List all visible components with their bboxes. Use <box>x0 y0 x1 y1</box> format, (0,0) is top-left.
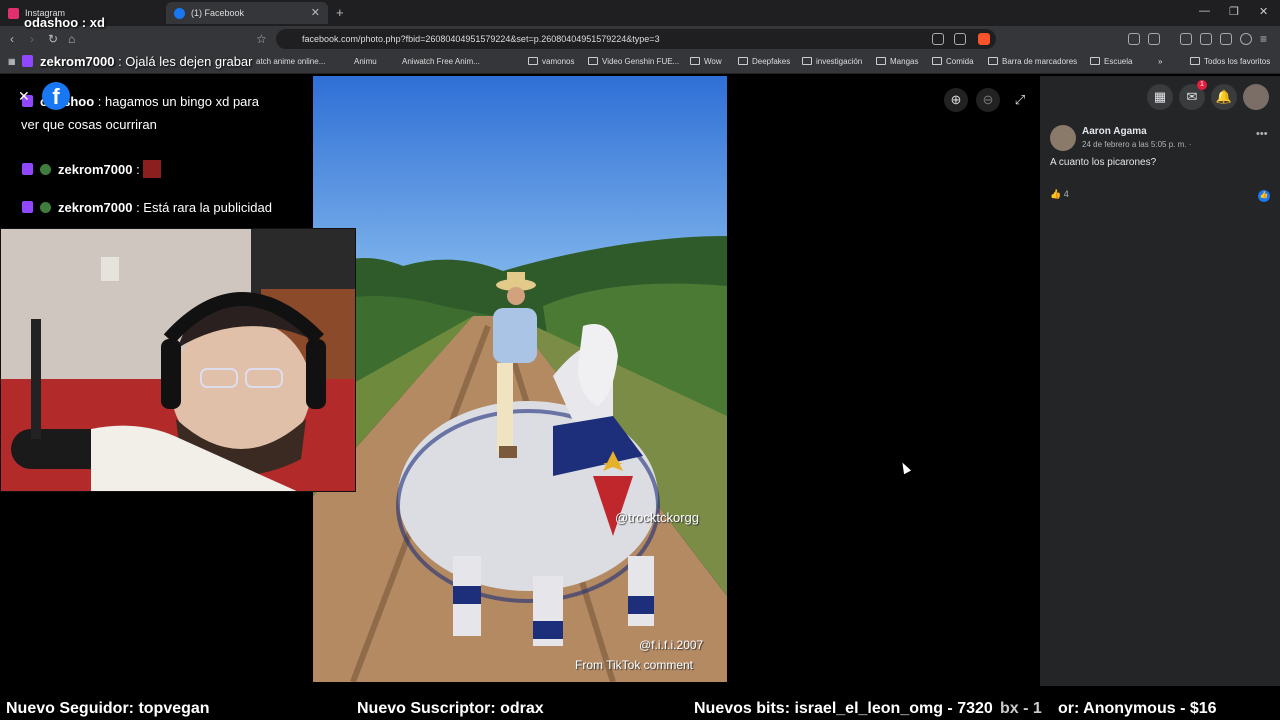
bookmark-partial[interactable]: atch anime online... <box>256 57 325 66</box>
close-tab-icon[interactable]: ✕ <box>311 6 320 19</box>
chat-message: zekrom7000 : Está rara la publicidad <box>22 200 272 215</box>
bookmark-video-genshin[interactable]: Video Genshin FUE... <box>588 57 679 66</box>
emote-icon <box>143 160 162 178</box>
overlay-title-line: odashoo : xd <box>24 15 105 30</box>
folder-icon <box>528 57 538 65</box>
back-icon[interactable]: ‹ <box>10 32 14 46</box>
tab-label: (1) Facebook <box>191 8 245 18</box>
menu-grid-icon[interactable]: ▦ <box>1147 84 1173 110</box>
address-toolbar: ‹ › ↻ ⌂ ☆ facebook.com/photo.php?fbid=26… <box>0 26 1280 52</box>
badge-icon <box>40 164 51 175</box>
bookmark-todos[interactable]: Todos los favoritos <box>1190 57 1270 66</box>
tab-facebook[interactable]: (1) Facebook ✕ <box>166 2 328 24</box>
cast-icon[interactable] <box>932 33 944 45</box>
ticker-item-overlap: bx - 1 <box>1000 700 1042 717</box>
more-bookmarks-icon[interactable]: » <box>1158 57 1162 66</box>
twitch-icon <box>22 55 33 67</box>
bookmark-aniwatch[interactable]: Aniwatch Free Anim... <box>402 57 480 66</box>
ticker-item-bits: Nuevos bits: israel_el_leon_omg - 7320 <box>694 700 993 717</box>
forward-icon[interactable]: › <box>30 32 34 46</box>
notification-badge: 1 <box>1197 80 1207 90</box>
ticker-item-subscriber: Nuevo Suscriptor: odrax <box>357 700 544 717</box>
url-input[interactable]: facebook.com/photo.php?fbid=260804049515… <box>276 29 996 49</box>
zoom-out-icon[interactable]: ⊖ <box>976 88 1000 112</box>
webcam-feed <box>0 228 356 492</box>
close-window-icon[interactable]: ✕ <box>1259 5 1268 18</box>
browser-tab-bar: Instagram (1) Facebook ✕ + — ❐ ✕ <box>0 0 1280 26</box>
profile-avatar[interactable] <box>1243 84 1269 110</box>
avatar[interactable] <box>1050 125 1076 151</box>
comment-author[interactable]: Aaron Agama <box>1082 126 1147 137</box>
twitch-icon <box>22 201 33 213</box>
folder-icon <box>932 57 942 65</box>
tiktok-watermark: @trocktckorgg <box>615 510 699 525</box>
folder-icon <box>876 57 886 65</box>
ticker-item-follower: Nuevo Seguidor: topvegan <box>6 700 210 717</box>
thumbs-up-icon: 👍 <box>1050 189 1064 199</box>
ticker-item-donation: or: Anonymous - $16 <box>1058 700 1217 717</box>
share-icon[interactable] <box>954 33 966 45</box>
like-reaction-icon: 👍 <box>1258 190 1270 202</box>
facebook-logo-icon: f <box>42 82 70 110</box>
chat-message: zekrom7000 : <box>22 160 162 178</box>
twitch-icon <box>22 163 33 175</box>
music-icon[interactable] <box>1180 33 1192 45</box>
bookmark-escuela[interactable]: Escuela <box>1090 57 1132 66</box>
stream-ticker: Nuevo Seguidor: topvegan Nuevo Suscripto… <box>0 698 1280 720</box>
bookmark-comida[interactable]: Comida <box>932 57 974 66</box>
more-options-icon[interactable]: ••• <box>1256 128 1268 140</box>
notifications-icon[interactable]: 🔔 <box>1211 84 1237 110</box>
bookmark-icon[interactable]: ☆ <box>256 32 267 46</box>
bookmark-mangas[interactable]: Mangas <box>876 57 918 66</box>
bookmark-vamonos[interactable]: vamonos <box>528 57 574 66</box>
wallet-icon[interactable] <box>1200 33 1212 45</box>
image-signature: @f.i.f.i.2007 <box>639 638 704 652</box>
comment-date[interactable]: 24 de febrero a las 5:05 p. m. · <box>1082 140 1191 149</box>
folder-icon <box>988 57 998 65</box>
folder-icon <box>1190 57 1200 65</box>
image-source-label: From TikTok comment <box>575 658 694 672</box>
like-count[interactable]: 👍 4 <box>1050 189 1069 200</box>
menu-icon[interactable]: ≡ <box>1260 32 1267 46</box>
streamer-webcam-image <box>1 229 355 491</box>
leo-ai-icon[interactable] <box>1220 33 1232 45</box>
folder-icon <box>738 57 748 65</box>
instagram-icon <box>8 7 19 19</box>
badge-icon <box>40 202 51 213</box>
post-photo[interactable]: @trocktckorgg @f.i.f.i.2007 From TikTok … <box>313 76 727 682</box>
comment-text: A cuanto los picarones? <box>1050 157 1157 168</box>
zoom-in-icon[interactable]: ⊕ <box>944 88 968 112</box>
vpn-icon[interactable] <box>1240 33 1252 45</box>
maximize-icon[interactable]: ❐ <box>1229 5 1239 18</box>
minimize-icon[interactable]: — <box>1199 5 1210 17</box>
brave-shield-icon[interactable] <box>978 33 990 45</box>
apps-icon[interactable]: ▦ <box>8 57 16 66</box>
url-text: facebook.com/photo.php?fbid=260804049515… <box>302 34 660 44</box>
folder-icon <box>802 57 812 65</box>
bookmark-investigacion[interactable]: investigación <box>802 57 862 66</box>
chat-message-continuation: ver que cosas ocurriran <box>21 117 157 132</box>
bookmark-deepfakes[interactable]: Deepfakes <box>738 57 790 66</box>
folder-icon <box>1090 57 1100 65</box>
folder-icon <box>690 57 700 65</box>
home-icon[interactable]: ⌂ <box>68 32 75 46</box>
close-overlay-icon[interactable]: ✕ <box>18 88 30 105</box>
bookmark-barra[interactable]: Barra de marcadores <box>988 57 1077 66</box>
facebook-icon <box>174 7 185 19</box>
reload-icon[interactable]: ↻ <box>48 32 58 46</box>
chat-message: zekrom7000 : Ojalá les dejen grabar <box>22 54 253 69</box>
bookmark-wow[interactable]: Wow <box>690 57 722 66</box>
folder-icon <box>588 57 598 65</box>
sidebar-icon[interactable] <box>1148 33 1160 45</box>
fullscreen-icon[interactable]: ⤢ <box>1008 88 1032 112</box>
new-tab-button[interactable]: + <box>336 5 344 20</box>
extensions-icon[interactable] <box>1128 33 1140 45</box>
horse-rider-image <box>313 76 727 682</box>
bookmark-animu[interactable]: Animu <box>354 57 377 66</box>
